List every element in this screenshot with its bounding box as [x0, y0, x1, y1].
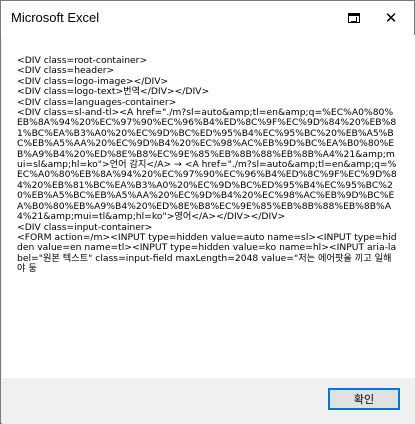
title-bar[interactable]: Microsoft Excel ✕: [1, 1, 414, 35]
restore-button[interactable]: [337, 3, 371, 33]
ok-button[interactable]: 확인: [328, 388, 400, 410]
dialog-title: Microsoft Excel: [11, 10, 100, 25]
message-text: <DIV class=root-container> <DIV class=he…: [17, 55, 397, 275]
button-bar: 확인: [2, 378, 415, 424]
message-area: <DIV class=root-container> <DIV class=he…: [2, 35, 415, 378]
restore-icon: [348, 13, 360, 23]
close-button[interactable]: ✕: [374, 3, 408, 33]
excel-message-dialog: Microsoft Excel ✕ <DIV class=root-contai…: [0, 0, 415, 424]
close-icon: ✕: [384, 8, 398, 27]
